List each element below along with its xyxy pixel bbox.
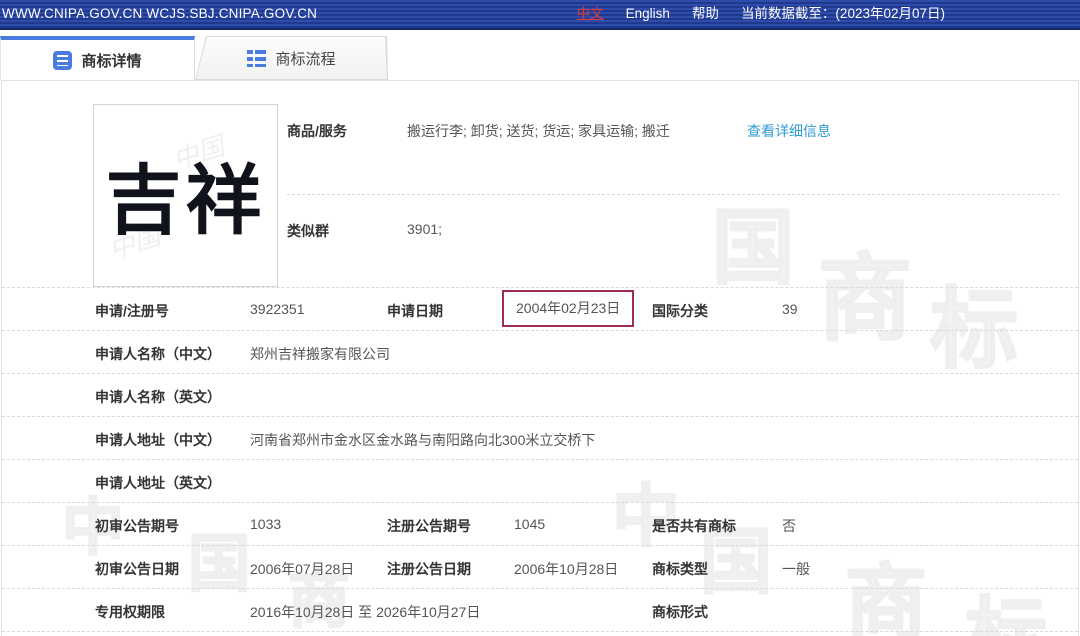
shared-mark-value: 否 — [782, 516, 796, 536]
tab-detail-label: 商标详情 — [81, 50, 141, 71]
trademark-detail-panel: 国 商 标 中 国 商 中 国 商 标 中国 中国 吉祥 商品/服务 搬运行李;… — [1, 80, 1079, 636]
intl-class-value: 39 — [782, 301, 798, 317]
goods-services-row: 商品/服务 搬运行李; 卸货; 送货; 货运; 家具运输; 搬迁 查看详细信息 — [2, 121, 1078, 143]
top-bar: WWW.CNIPA.GOV.CN WCJS.SBJ.CNIPA.GOV.CN 中… — [0, 0, 1080, 30]
address-cn-value: 河南省郑州市金水区金水路与南阳路向北300米立交桥下 — [250, 430, 595, 450]
lang-chinese-link[interactable]: 中文 — [577, 0, 604, 28]
applicant-address-en-row: 申请人地址（英文） — [2, 460, 1078, 503]
top-links: 中文 English 帮助 当前数据截至：(2023年02月07日) — [577, 0, 945, 28]
first-gazette-date-value: 2006年07月28日 — [250, 559, 354, 579]
document-list-icon — [53, 51, 72, 70]
address-en-label: 申请人地址（英文） — [95, 473, 221, 493]
intl-class-label: 国际分类 — [652, 301, 708, 321]
applicant-cn-label: 申请人名称（中文） — [95, 344, 221, 364]
similar-group-row: 类似群 3901; — [2, 221, 1078, 243]
applicant-name-cn-row: 申请人名称（中文） 郑州吉祥搬家有限公司 — [2, 331, 1078, 374]
gazette-number-row: 初审公告期号 1033 注册公告期号 1045 是否共有商标 否 — [2, 503, 1078, 546]
applicant-name-en-row: 申请人名称（英文） — [2, 374, 1078, 417]
first-gazette-no-label: 初审公告期号 — [95, 516, 179, 536]
apply-date-label: 申请日期 — [387, 301, 443, 321]
applicant-en-label: 申请人名称（英文） — [95, 387, 221, 407]
registration-number-row: 申请/注册号 3922351 申请日期 2004年02月23日 国际分类 39 — [2, 288, 1078, 331]
apply-date-value-highlighted: 2004年02月23日 — [502, 290, 634, 327]
shared-mark-label: 是否共有商标 — [652, 516, 736, 536]
mark-type-value: 一般 — [782, 559, 810, 579]
first-gazette-date-label: 初审公告日期 — [95, 559, 179, 579]
similar-group-label: 类似群 — [287, 221, 329, 241]
tab-trademark-detail[interactable]: 商标详情 — [0, 36, 195, 80]
term-label: 专用权期限 — [95, 602, 165, 622]
term-value: 2016年10月28日 至 2026年10月27日 — [250, 602, 480, 622]
tab-process-label: 商标流程 — [275, 48, 335, 69]
help-link[interactable]: 帮助 — [692, 0, 719, 28]
top-section: 中国 中国 吉祥 商品/服务 搬运行李; 卸货; 送货; 货运; 家具运输; 搬… — [2, 81, 1078, 288]
section-divider — [287, 194, 1060, 195]
goods-services-label: 商品/服务 — [287, 121, 347, 141]
data-cutoff-text: 当前数据截至：(2023年02月07日) — [741, 0, 945, 28]
site-url-text: WWW.CNIPA.GOV.CN WCJS.SBJ.CNIPA.GOV.CN — [2, 0, 317, 28]
process-list-icon — [247, 50, 266, 67]
gazette-date-row: 初审公告日期 2006年07月28日 注册公告日期 2006年10月28日 商标… — [2, 546, 1078, 589]
tab-bar: 商标详情 商标流程 — [0, 36, 1080, 80]
address-cn-label: 申请人地址（中文） — [95, 430, 221, 450]
first-gazette-no-value: 1033 — [250, 516, 281, 532]
similar-group-value: 3901; — [407, 221, 442, 237]
reg-gazette-no-value: 1045 — [514, 516, 545, 532]
goods-services-value: 搬运行李; 卸货; 送货; 货运; 家具运输; 搬迁 — [407, 121, 670, 141]
exclusive-term-row: 专用权期限 2016年10月28日 至 2026年10月27日 商标形式 — [2, 589, 1078, 632]
reg-gazette-date-label: 注册公告日期 — [387, 559, 471, 579]
applicant-cn-value: 郑州吉祥搬家有限公司 — [250, 344, 390, 364]
reg-gazette-date-value: 2006年10月28日 — [514, 559, 618, 579]
reg-no-label: 申请/注册号 — [95, 301, 169, 321]
mark-type-label: 商标类型 — [652, 559, 708, 579]
tab-trademark-process[interactable]: 商标流程 — [195, 36, 388, 80]
lang-english-link[interactable]: English — [626, 0, 670, 28]
reg-no-value: 3922351 — [250, 301, 305, 317]
applicant-address-cn-row: 申请人地址（中文） 河南省郑州市金水区金水路与南阳路向北300米立交桥下 — [2, 417, 1078, 460]
view-details-link[interactable]: 查看详细信息 — [747, 121, 831, 141]
reg-gazette-no-label: 注册公告期号 — [387, 516, 471, 536]
mark-form-label: 商标形式 — [652, 602, 708, 622]
